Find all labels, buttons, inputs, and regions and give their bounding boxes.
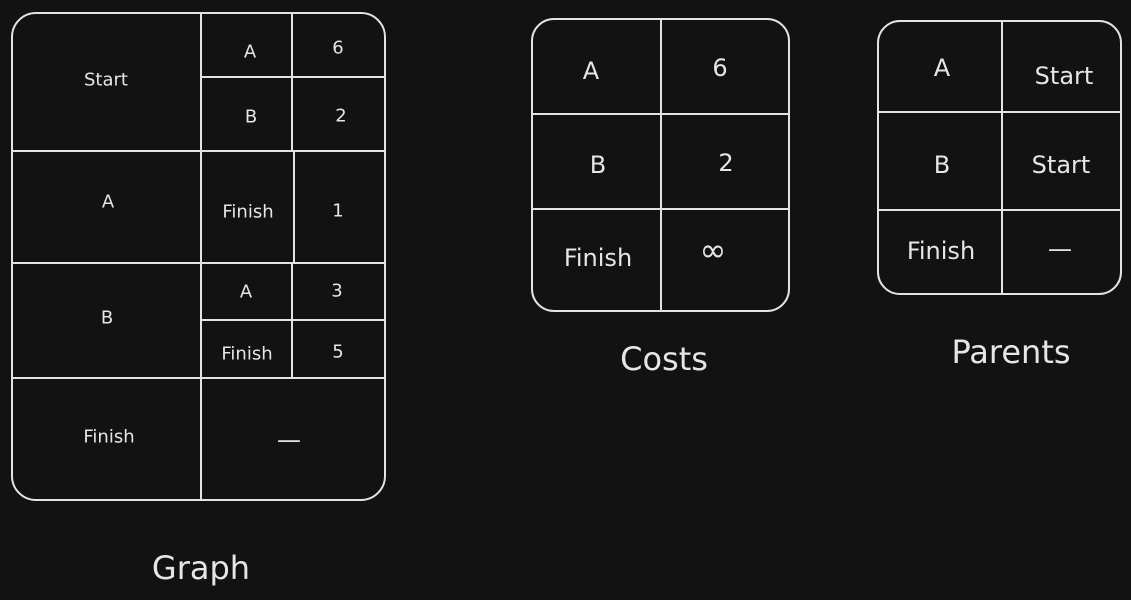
- parents-table: A Start B Start Finish — Parents: [877, 20, 1122, 371]
- parents-parent: Start: [1032, 151, 1091, 179]
- graph-node-start: Start: [84, 70, 128, 91]
- graph-neighbor-weight: 2: [335, 106, 346, 127]
- costs-value: 6: [712, 54, 727, 82]
- graph-node-a: A: [102, 192, 115, 213]
- costs-value: 2: [718, 149, 733, 177]
- graph-neighbor-weight: 3: [331, 281, 342, 302]
- graph-neighbor-name: Finish: [222, 202, 273, 223]
- graph-neighbor-weight: 5: [332, 342, 343, 363]
- graph-neighbor-weight: 1: [332, 201, 343, 222]
- graph-neighbor-name: Finish: [221, 344, 272, 365]
- graph-neighbor-name: A: [244, 42, 257, 63]
- parents-node: B: [934, 151, 950, 179]
- graph-empty-marker: —: [277, 426, 301, 454]
- costs-node: A: [583, 57, 600, 85]
- graph-neighbor-weight: 6: [332, 38, 343, 59]
- graph-table: Start A 6 B 2 A Finish 1 B A 3 Finish 5 …: [11, 12, 386, 587]
- parents-node: Finish: [907, 237, 975, 265]
- parents-title: Parents: [951, 333, 1070, 371]
- graph-node-b: B: [101, 308, 113, 329]
- costs-node: B: [590, 151, 606, 179]
- graph-node-finish: Finish: [83, 427, 134, 448]
- graph-neighbor-name: B: [245, 107, 257, 128]
- parents-empty-marker: —: [1048, 235, 1072, 263]
- diagram-canvas: Start A 6 B 2 A Finish 1 B A 3 Finish 5 …: [11, 12, 1122, 587]
- graph-table-border: [11, 12, 386, 501]
- graph-title: Graph: [152, 549, 250, 587]
- parents-node: A: [934, 54, 951, 82]
- costs-table: A 6 B 2 Finish ∞ Costs: [531, 18, 790, 378]
- costs-title: Costs: [620, 340, 708, 378]
- graph-neighbor-name: A: [240, 282, 253, 303]
- costs-node: Finish: [564, 244, 632, 272]
- costs-infinity-value: ∞: [700, 231, 727, 269]
- parents-parent: Start: [1035, 62, 1094, 90]
